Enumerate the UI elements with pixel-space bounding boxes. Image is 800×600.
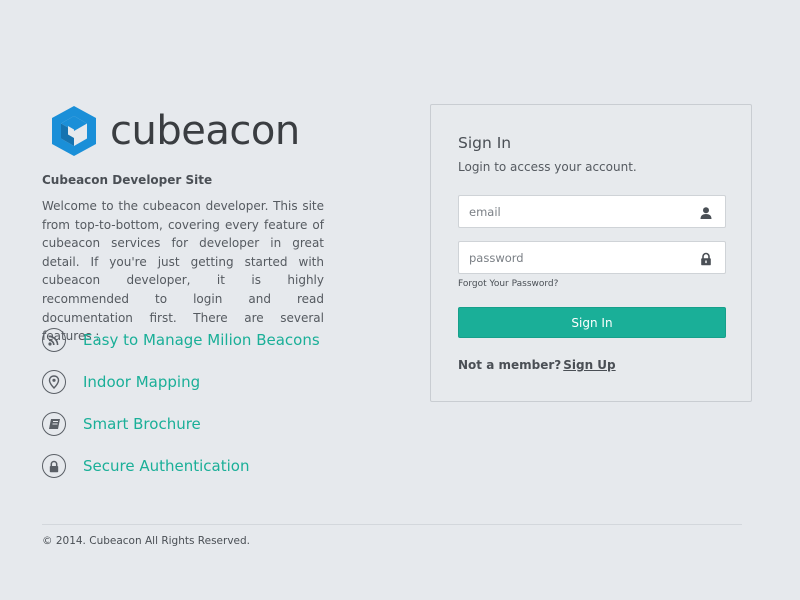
- intro-text: Welcome to the cubeacon developer. This …: [42, 199, 324, 344]
- feature-label: Smart Brochure: [83, 415, 201, 433]
- forgot-password-link[interactable]: Forgot Your Password?: [458, 279, 558, 289]
- feature-label: Indoor Mapping: [83, 373, 201, 391]
- feature-item-mapping: Indoor Mapping: [42, 369, 320, 395]
- feature-item-brochure: Smart Brochure: [42, 411, 320, 437]
- lock-icon: [42, 454, 66, 478]
- email-field[interactable]: [459, 196, 689, 227]
- copyright-text: © 2014. Cubeacon All Rights Reserved.: [42, 535, 250, 547]
- feature-item-beacons: Easy to Manage Milion Beacons: [42, 327, 320, 353]
- user-icon: [699, 205, 713, 219]
- brand-logo: cubeacon: [50, 104, 300, 158]
- lock-icon: [699, 251, 713, 266]
- cube-logo-icon: [50, 104, 98, 158]
- brand-name: cubeacon: [110, 108, 300, 154]
- footer-divider: [42, 524, 742, 525]
- signin-title: Sign In: [458, 134, 512, 152]
- password-field-wrapper: [458, 241, 726, 274]
- signin-panel: Sign In Login to access your account. Fo…: [430, 104, 752, 402]
- signin-button[interactable]: Sign In: [458, 307, 726, 338]
- signup-prompt: Not a member? Sign Up: [458, 358, 616, 372]
- email-field-wrapper: [458, 195, 726, 228]
- password-field[interactable]: [459, 242, 689, 273]
- map-pin-icon: [42, 370, 66, 394]
- feature-label: Easy to Manage Milion Beacons: [83, 331, 320, 349]
- signin-subtitle: Login to access your account.: [458, 160, 637, 174]
- site-title: Cubeacon Developer Site: [42, 173, 213, 187]
- feature-item-auth: Secure Authentication: [42, 453, 320, 479]
- feature-label: Secure Authentication: [83, 457, 250, 475]
- book-icon: [42, 412, 66, 436]
- member-prompt-text: Not a member?: [458, 358, 562, 372]
- rss-icon: [42, 328, 66, 352]
- signup-link[interactable]: Sign Up: [563, 358, 615, 372]
- feature-list: Easy to Manage Milion Beacons Indoor Map…: [42, 327, 320, 495]
